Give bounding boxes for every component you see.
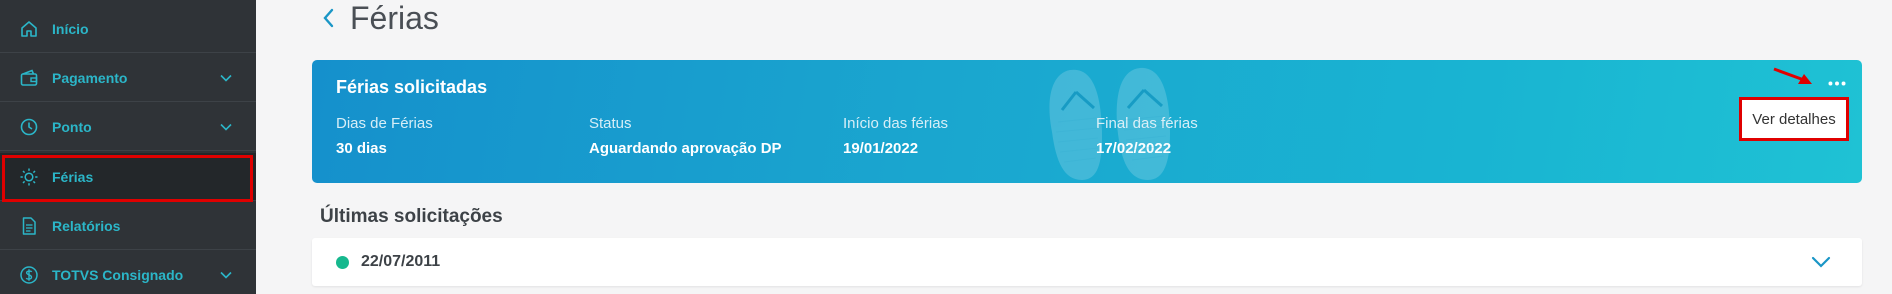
request-row[interactable]: 22/07/2011 xyxy=(312,238,1862,286)
sidebar-item-label: TOTVS Consignado xyxy=(52,266,184,283)
sidebar-item-pagamento[interactable]: Pagamento xyxy=(0,54,256,102)
field-value: 19/01/2022 xyxy=(843,140,919,157)
sidebar-item-ponto[interactable]: Ponto xyxy=(0,103,256,151)
field-label: Status xyxy=(589,115,632,132)
sidebar-item-label: Relatórios xyxy=(52,217,121,234)
page-header: Férias xyxy=(320,0,439,36)
app: Início Pagamento Ponto Férias Relatórios… xyxy=(0,0,1892,294)
wallet-icon xyxy=(18,67,40,89)
document-icon xyxy=(18,215,40,237)
clock-icon xyxy=(18,116,40,138)
sidebar-item-relatorios[interactable]: Relatórios xyxy=(0,202,256,250)
chevron-down-icon[interactable] xyxy=(1810,255,1832,269)
field-value: Aguardando aprovação DP xyxy=(589,140,782,157)
more-options-button[interactable] xyxy=(1826,76,1848,90)
home-icon xyxy=(18,18,40,40)
vacation-summary-card: Férias solicitadas Dias de Férias 30 dia… xyxy=(312,60,1862,183)
chevron-down-icon xyxy=(218,267,234,283)
page-title: Férias xyxy=(350,0,439,36)
annotation-arrow-icon xyxy=(1773,67,1812,84)
latest-requests-title: Últimas solicitações xyxy=(320,206,503,227)
back-chevron-icon[interactable] xyxy=(320,7,338,29)
field-inicio-das-ferias: Início das férias 19/01/2022 xyxy=(843,115,948,157)
status-dot xyxy=(336,255,349,269)
sidebar-item-ferias[interactable]: Férias xyxy=(0,153,256,201)
sidebar-item-label: Ponto xyxy=(52,118,92,135)
sidebar-item-label: Pagamento xyxy=(52,69,128,86)
sidebar-item-label: Início xyxy=(52,20,89,37)
sun-icon xyxy=(18,166,40,188)
flip-flops-icon xyxy=(1049,67,1170,180)
field-dias-de-ferias: Dias de Férias 30 dias xyxy=(336,115,433,157)
field-status: Status Aguardando aprovação DP xyxy=(589,115,782,157)
field-label: Início das férias xyxy=(843,115,949,132)
card-title: Férias solicitadas xyxy=(336,77,488,97)
sidebar-item-totvs-consignado[interactable]: TOTVS Consignado xyxy=(0,251,256,294)
chevron-down-icon xyxy=(218,70,234,86)
menu-item-ver-detalhes[interactable]: Ver detalhes xyxy=(1739,97,1849,141)
sidebar-item-label: Férias xyxy=(52,168,94,185)
chevron-down-icon xyxy=(218,119,234,135)
dollar-icon xyxy=(18,264,40,286)
request-date: 22/07/2011 xyxy=(361,253,441,270)
field-label: Dias de Férias xyxy=(336,115,433,132)
sidebar-item-inicio[interactable]: Início xyxy=(0,5,256,53)
field-value: 30 dias xyxy=(336,140,387,157)
sidebar: Início Pagamento Ponto Férias Relatórios… xyxy=(0,0,256,294)
more-horizontal-icon xyxy=(1828,81,1846,85)
